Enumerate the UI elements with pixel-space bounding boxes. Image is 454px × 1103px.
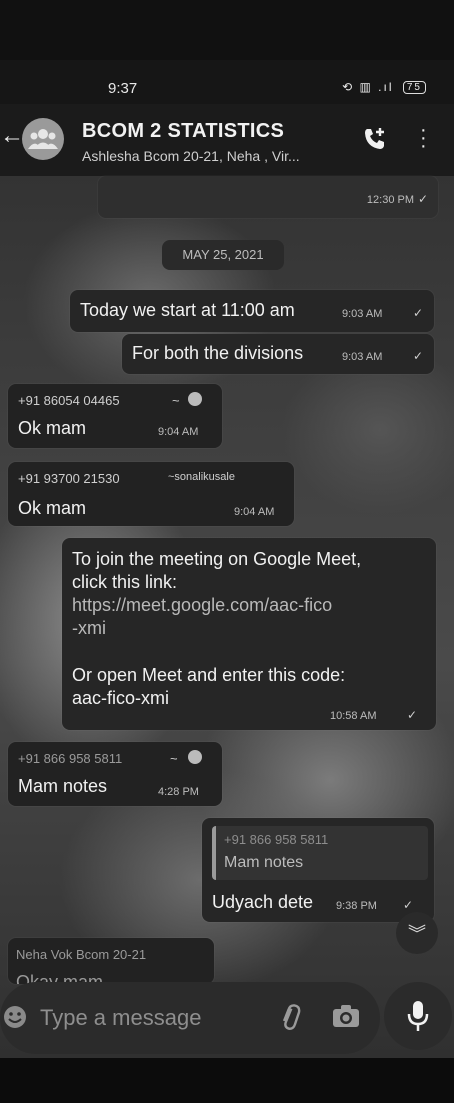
message-text: For both the divisions: [132, 343, 304, 363]
message-line: Or open Meet and enter this code:: [72, 665, 346, 685]
group-title[interactable]: BCOM 2 STATISTICS: [82, 120, 284, 143]
chat-screen: 9:37 ⟲ ▥ .ıl 75 ← BCOM 2 STATISTICS Ashl…: [0, 0, 454, 1103]
message-text: Mam notes: [18, 776, 108, 796]
read-tick-icon: ✓: [403, 898, 414, 912]
sender-suffix: ~sonalikusale: [168, 471, 235, 483]
camera-icon[interactable]: [332, 1004, 360, 1033]
message-line: To join the meeting on Google Meet,: [72, 549, 362, 569]
microphone-icon: [407, 1001, 429, 1031]
message-time: 12:30 PM: [366, 194, 414, 206]
system-navigation-bar: [0, 1058, 454, 1103]
sender-name: +91 866 958 5811: [18, 751, 123, 766]
message-bubble[interactable]: +91 866 958 5811 ~ Mam notes 4:28 PM: [8, 742, 222, 806]
paperclip-icon[interactable]: [276, 1002, 302, 1037]
message-time: 10:58 AM: [330, 710, 377, 722]
scroll-to-bottom-button[interactable]: ︾: [396, 912, 438, 954]
signal-icons: ⟲ ▥ .ıl: [342, 80, 394, 94]
reply-message-bubble[interactable]: +91 866 958 5811 Mam notes Udyach dete 9…: [202, 818, 434, 922]
sender-avatar: [188, 750, 202, 764]
message-time: 9:04 AM: [234, 506, 275, 518]
chat-header: ← BCOM 2 STATISTICS Ashlesha Bcom 20-21,…: [0, 104, 454, 176]
message-text: Ok mam: [18, 418, 87, 438]
mic-button[interactable]: [384, 982, 452, 1050]
group-icon: [28, 129, 58, 149]
top-black-strip: [0, 0, 454, 60]
emoji-icon[interactable]: [2, 1004, 28, 1035]
message-input-bar: [0, 982, 380, 1054]
meet-link-continued[interactable]: -xmi: [72, 617, 361, 640]
sender-name: +91 93700 21530: [18, 471, 120, 486]
sender-name: Neha Vok Bcom 20-21: [16, 947, 147, 962]
status-icons: ⟲ ▥ .ıl 75: [342, 80, 426, 95]
quoted-text: Mam notes: [224, 854, 304, 871]
message-text: Today we start at 11:00 am: [80, 300, 295, 320]
add-call-icon[interactable]: [362, 126, 388, 157]
previous-message[interactable]: 12:30 PM ✓: [98, 176, 438, 218]
read-tick-icon: ✓: [407, 708, 418, 722]
meet-invite-bubble[interactable]: To join the meeting on Google Meet, clic…: [62, 538, 436, 730]
quoted-message[interactable]: +91 866 958 5811 Mam notes: [212, 826, 428, 880]
message-bubble[interactable]: +91 93700 21530 ~sonalikusale Ok mam 9:0…: [8, 462, 294, 526]
message-bubble[interactable]: For both the divisions 9:03 AM ✓: [122, 334, 434, 374]
message-time: 9:03 AM: [342, 308, 383, 320]
status-time: 9:37: [108, 80, 138, 97]
message-text: Ok mam: [18, 498, 87, 518]
more-options-icon[interactable]: · · ·: [420, 120, 427, 156]
status-bar: 9:37 ⟲ ▥ .ıl 75: [0, 60, 454, 104]
read-tick-icon: ✓: [413, 349, 424, 363]
sender-avatar: [188, 392, 202, 406]
battery-icon: 75: [402, 81, 426, 95]
message-time: 9:38 PM: [336, 900, 377, 912]
back-arrow-icon[interactable]: ←: [0, 122, 24, 150]
message-bubble[interactable]: Today we start at 11:00 am 9:03 AM ✓: [70, 290, 434, 332]
quoted-sender: +91 866 958 5811: [224, 832, 329, 847]
message-text: Udyach dete: [212, 892, 314, 912]
sender-name: +91 86054 04465: [18, 393, 120, 408]
message-bubble[interactable]: +91 86054 04465 ~ Ok mam 9:04 AM: [8, 384, 222, 448]
message-time: 9:03 AM: [342, 351, 383, 363]
meet-link[interactable]: https://meet.google.com/aac-fico: [72, 594, 361, 617]
read-tick-icon: ✓: [413, 306, 424, 320]
message-input[interactable]: [38, 1004, 252, 1032]
date-chip: MAY 25, 2021: [162, 240, 284, 270]
message-line: click this link:: [72, 572, 178, 592]
meet-code: aac-fico-xmi: [72, 688, 170, 708]
sender-suffix: ~: [170, 751, 178, 766]
sender-suffix: ~: [172, 393, 180, 408]
message-time: 9:04 AM: [158, 426, 199, 438]
message-time: 4:28 PM: [158, 786, 199, 798]
group-avatar[interactable]: [22, 118, 64, 160]
message-bubble[interactable]: Neha Vok Bcom 20-21 Okay mam: [8, 938, 214, 984]
group-members[interactable]: Ashlesha Bcom 20-21, Neha , Vir...: [82, 148, 300, 164]
read-tick-icon: ✓: [417, 192, 428, 206]
double-chevron-down-icon: ︾: [408, 924, 426, 944]
